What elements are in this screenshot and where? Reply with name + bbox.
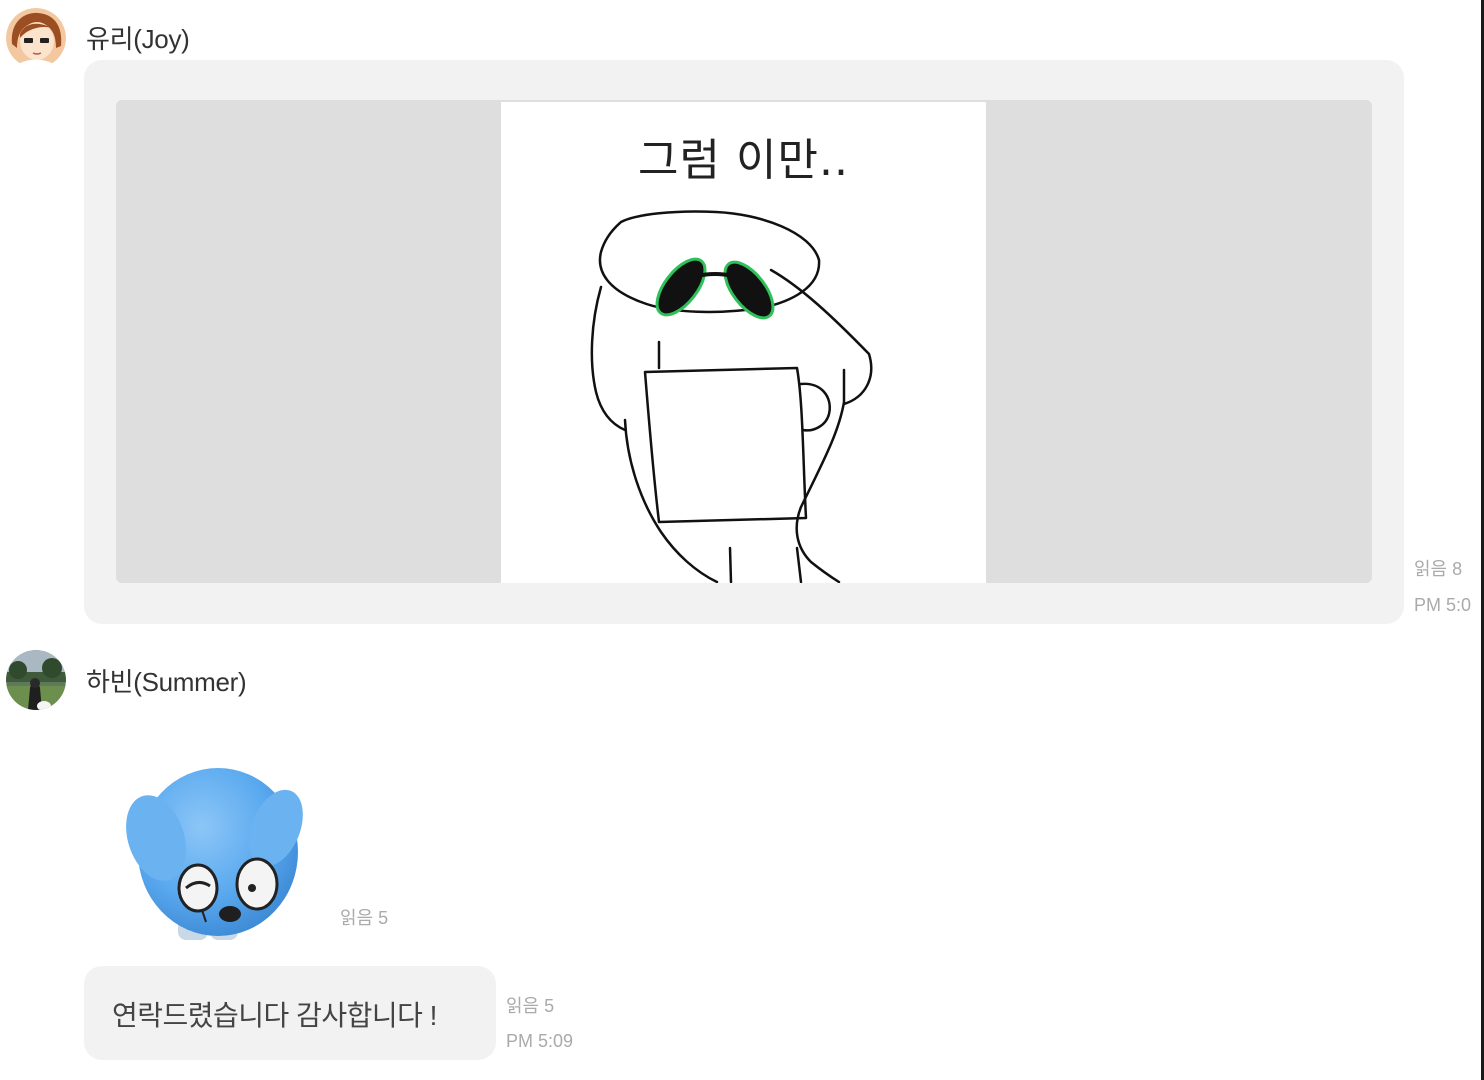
read-count-joy: 읽음 8 (1414, 559, 1463, 579)
character-sketch-icon (590, 210, 873, 583)
read-count-sticker: 읽음 5 (340, 908, 389, 928)
sender-name-joy: 유리(Joy) (86, 24, 190, 54)
message-text: 연락드렸습니다 감사합니다 ! (112, 1000, 437, 1031)
drawing-image: 그럼 이만.. (501, 102, 986, 583)
text-message-bubble[interactable]: 연락드렸습니다 감사합니다 ! (84, 966, 496, 1060)
joy-avatar[interactable] (6, 8, 66, 68)
photo-avatar-icon (6, 650, 66, 710)
blue-dog-sticker-icon (126, 768, 303, 940)
cartoon-girl-avatar-icon (6, 8, 66, 68)
sender-name-summer: 하빈(Summer) (86, 667, 247, 697)
shared-image[interactable]: 그럼 이만.. (116, 100, 1372, 583)
timestamp-summer: PM 5:09 (506, 1031, 574, 1051)
timestamp-joy: PM 5:0 (1414, 595, 1472, 615)
read-count-summer: 읽음 5 (506, 996, 555, 1016)
blue-dog-sticker[interactable] (126, 760, 306, 944)
summer-avatar[interactable] (6, 650, 66, 710)
